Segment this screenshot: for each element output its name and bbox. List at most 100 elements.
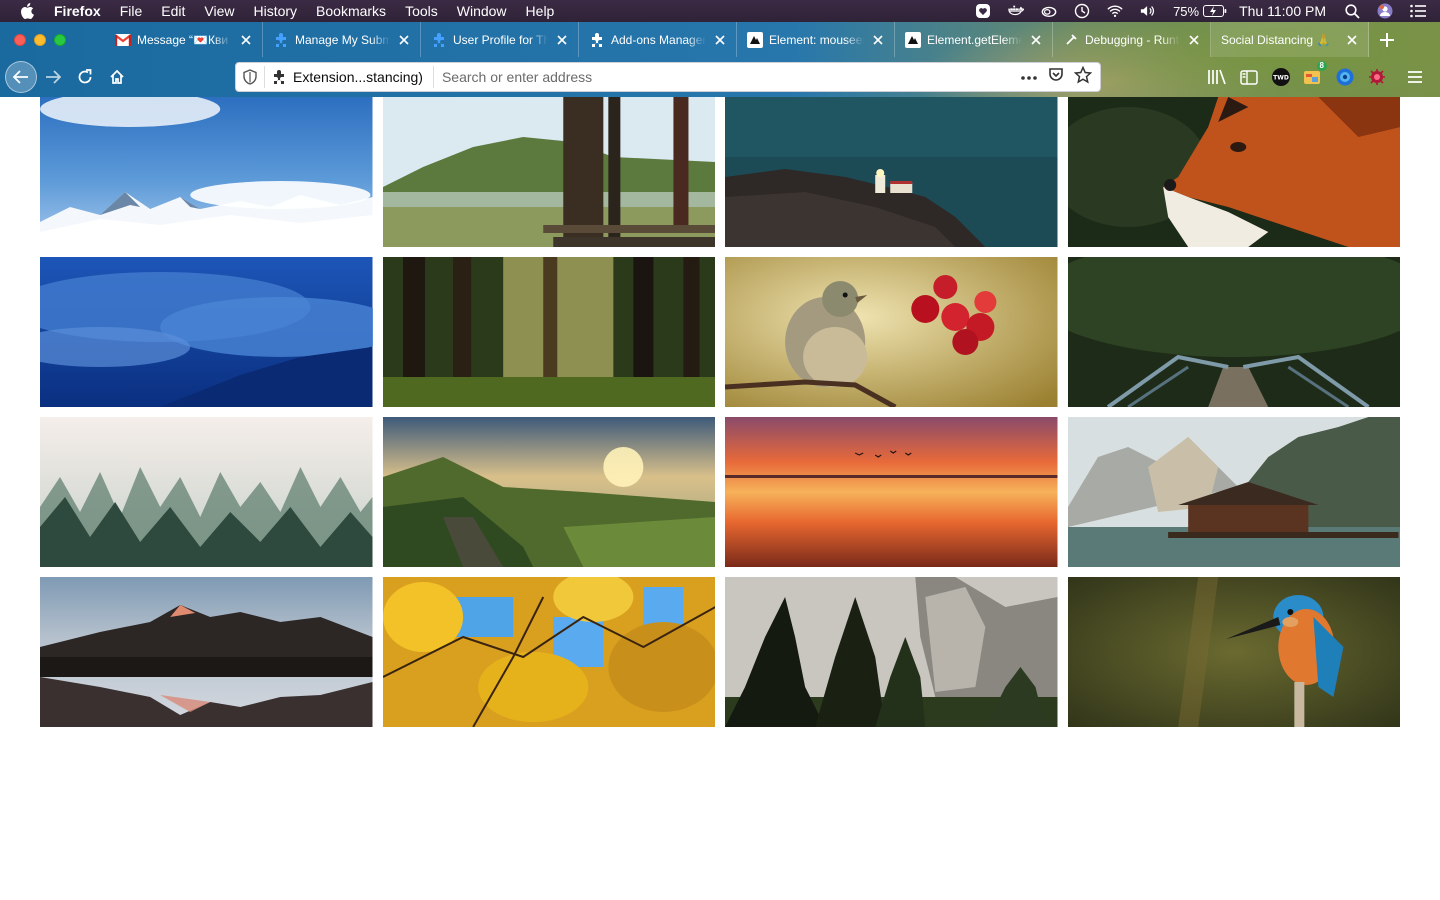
twd-extension-icon[interactable]: TWD: [1270, 66, 1292, 88]
green-cliffs-sunset-tile[interactable]: [382, 417, 715, 567]
url-input[interactable]: [433, 69, 1020, 85]
heart-app-icon[interactable]: [975, 3, 991, 19]
wifi-icon[interactable]: [1107, 3, 1123, 19]
debug-icon: [1063, 32, 1079, 48]
window-controls: [0, 22, 105, 57]
menu-window[interactable]: Window: [457, 3, 507, 19]
snowy-mountains-tile[interactable]: [40, 97, 373, 247]
extension-identity-label: Extension...stancing): [293, 69, 423, 85]
menu-help[interactable]: Help: [526, 3, 555, 19]
forward-arrow-icon: [46, 70, 61, 84]
tab-close-icon[interactable]: [396, 32, 412, 48]
tab-debugging-runtime[interactable]: Debugging - Runtime: [1053, 22, 1211, 57]
foggy-pine-forest-tile[interactable]: [40, 417, 373, 567]
lighthouse-coast-tile[interactable]: [725, 97, 1058, 247]
address-bar[interactable]: Extension...stancing): [235, 62, 1101, 92]
creative-cloud-icon[interactable]: [1041, 3, 1057, 19]
mdn-icon: [747, 31, 763, 48]
sidebar-toggle-icon[interactable]: [1238, 66, 1260, 88]
back-button[interactable]: [5, 61, 37, 93]
blue-clouds-mountain-tile[interactable]: [40, 257, 373, 407]
apple-icon[interactable]: [20, 3, 38, 19]
plus-icon: [1380, 32, 1394, 47]
tab-close-icon[interactable]: [870, 32, 886, 48]
menubar-clock[interactable]: Thu 11:00 PM: [1239, 3, 1326, 19]
tab-manage-submissions[interactable]: Manage My Submissions: [263, 22, 421, 57]
tab-bar: Message “💌Кви Manage My Submissions User…: [0, 22, 1440, 57]
tab-mdn-mouseenter[interactable]: Element: mouseenter: [737, 22, 895, 57]
window-close-button[interactable]: [14, 33, 26, 46]
globe-extension-icon[interactable]: [1334, 66, 1356, 88]
puzzle-icon: [273, 32, 289, 48]
volume-icon[interactable]: [1140, 3, 1156, 19]
bug-extension-icon[interactable]: [1366, 66, 1388, 88]
toolbar-icons: TWD 8: [1206, 61, 1426, 91]
tab-title: Message “💌Кви: [137, 32, 229, 47]
orange-sunset-beach-tile[interactable]: [725, 417, 1058, 567]
tab-title: Element: mouseenter: [769, 32, 864, 47]
sunlit-forest-tile[interactable]: [382, 257, 715, 407]
lake-cabin-mountains-tile[interactable]: [1067, 417, 1400, 567]
tab-close-icon[interactable]: [554, 32, 570, 48]
window-minimize-button[interactable]: [34, 33, 46, 46]
tab-addons-manager[interactable]: Add-ons Manager: [579, 22, 737, 57]
red-fox-tile[interactable]: [1067, 97, 1400, 247]
tab-mdn-getelements[interactable]: Element.getElementsBy: [895, 22, 1053, 57]
reload-icon: [78, 69, 92, 84]
library-icon[interactable]: [1206, 66, 1228, 88]
mdn-icon: [905, 31, 921, 48]
bookmark-star-icon[interactable]: [1073, 65, 1093, 89]
back-arrow-icon: [13, 70, 28, 84]
new-tab-button[interactable]: [1369, 22, 1405, 57]
bird-red-berries-tile[interactable]: [725, 257, 1058, 407]
menu-history[interactable]: History: [253, 3, 297, 19]
battery-percent: 75%: [1173, 3, 1200, 19]
tab-close-icon[interactable]: [1028, 32, 1044, 48]
menu-firefox[interactable]: Firefox: [54, 3, 101, 19]
user-avatar-icon[interactable]: [1377, 3, 1393, 19]
tab-title: Add-ons Manager: [611, 32, 706, 47]
menu-file[interactable]: File: [120, 3, 143, 19]
menu-view[interactable]: View: [204, 3, 234, 19]
extension-identity-chip[interactable]: Extension...stancing): [264, 66, 434, 88]
image-gallery-grid: [40, 97, 1400, 727]
extension-badge-count: 8: [1316, 61, 1327, 71]
tab-title: Social Distancing 🙏: [1221, 32, 1332, 47]
kingfisher-tile[interactable]: [1067, 577, 1400, 727]
extension-badge-icon[interactable]: 8: [1302, 61, 1327, 88]
tab-close-icon[interactable]: [238, 32, 254, 48]
browser-chrome: Message “💌Кви Manage My Submissions User…: [0, 22, 1440, 97]
tab-gmail-message[interactable]: Message “💌Кви: [105, 22, 263, 57]
forward-button[interactable]: [38, 62, 68, 92]
yellow-autumn-leaves-tile[interactable]: [382, 577, 715, 727]
time-machine-icon[interactable]: [1074, 3, 1090, 19]
menu-bookmarks[interactable]: Bookmarks: [316, 3, 386, 19]
home-button[interactable]: [102, 62, 132, 92]
tab-user-profile[interactable]: User Profile for The: [421, 22, 579, 57]
gmail-icon: [115, 32, 131, 48]
tracking-protection-shield-icon[interactable]: [236, 69, 264, 85]
misty-lake-dock-tile[interactable]: [382, 97, 715, 247]
yosemite-cliff-tile[interactable]: [725, 577, 1058, 727]
spotlight-search-icon[interactable]: [1344, 3, 1360, 19]
pocket-icon[interactable]: [1048, 67, 1064, 88]
tab-social-distancing[interactable]: Social Distancing 🙏: [1211, 22, 1369, 57]
tab-close-icon[interactable]: [1344, 32, 1360, 48]
menu-tools[interactable]: Tools: [405, 3, 438, 19]
mountain-lake-reflection-tile[interactable]: [40, 577, 373, 727]
page-actions-menu-icon[interactable]: [1020, 68, 1038, 86]
docker-icon[interactable]: [1008, 3, 1025, 19]
hamburger-menu-icon[interactable]: [1404, 66, 1426, 88]
macos-menu-bar: Firefox File Edit View History Bookmarks…: [0, 0, 1440, 22]
tab-close-icon[interactable]: [712, 32, 728, 48]
tab-close-icon[interactable]: [1186, 32, 1202, 48]
notification-center-icon[interactable]: [1410, 3, 1426, 19]
menu-edit[interactable]: Edit: [161, 3, 185, 19]
tab-title: Element.getElementsBy: [927, 32, 1022, 47]
forest-bridge-tile[interactable]: [1067, 257, 1400, 407]
tab-title: User Profile for The: [453, 32, 548, 47]
page-content: [0, 97, 1440, 900]
window-maximize-button[interactable]: [54, 33, 66, 46]
reload-button[interactable]: [70, 62, 100, 92]
battery-icon[interactable]: [1203, 3, 1227, 19]
